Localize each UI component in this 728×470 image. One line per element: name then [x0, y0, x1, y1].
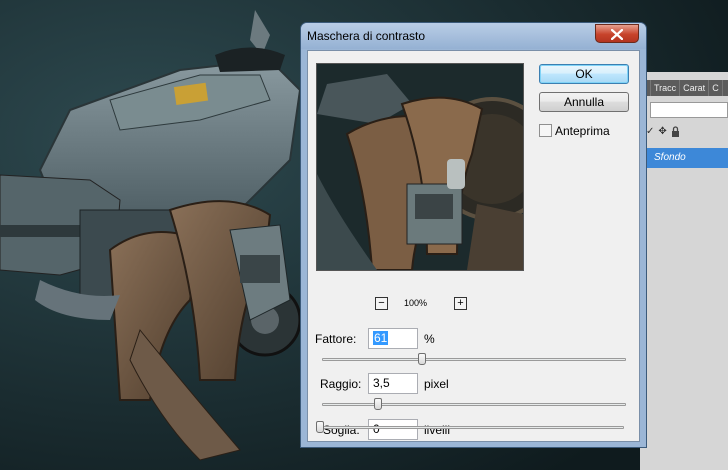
ok-button[interactable]: OK	[539, 64, 629, 84]
panel-tab-other[interactable]: C	[709, 80, 723, 96]
preview-checkbox-label[interactable]: Anteprima	[555, 124, 610, 138]
amount-input[interactable]: 61	[368, 328, 418, 349]
amount-value: 61	[373, 331, 389, 345]
panel-tab-paths[interactable]: Tracc	[651, 80, 681, 96]
threshold-slider-track[interactable]	[320, 426, 624, 429]
dialog-titlebar[interactable]: Maschera di contrasto	[301, 23, 646, 49]
radius-unit: pixel	[424, 377, 449, 391]
move-icon[interactable]: ✥	[658, 126, 666, 140]
close-button[interactable]	[595, 24, 639, 43]
radius-input[interactable]: 3,5	[368, 373, 418, 394]
layers-panel: Tracc Carat C ✓ ✥ Sfondo	[640, 72, 728, 470]
panel-blend-field[interactable]	[650, 102, 728, 118]
threshold-input[interactable]: 0	[368, 419, 418, 440]
zoom-in-button[interactable]: +	[454, 297, 467, 310]
zoom-level: 100%	[404, 298, 428, 308]
cancel-button[interactable]: Annulla	[539, 92, 629, 112]
dialog-title: Maschera di contrasto	[307, 29, 426, 43]
close-icon	[611, 29, 623, 40]
panel-tab-strip: Tracc Carat C	[640, 80, 728, 96]
zoom-out-button[interactable]: −	[375, 297, 388, 310]
amount-label: Fattore:	[315, 332, 357, 346]
lock-icon[interactable]	[671, 126, 680, 140]
preview-checkbox[interactable]	[539, 124, 552, 137]
radius-slider-track[interactable]	[322, 403, 626, 406]
dialog-body: − 100% + OK Annulla Anteprima Fattore: 6…	[307, 50, 640, 442]
preview-render	[317, 64, 523, 270]
radius-slider-thumb[interactable]	[374, 398, 382, 410]
unsharp-mask-dialog: Maschera di contrasto − 100% + OK Annull…	[300, 22, 647, 448]
check-icon[interactable]: ✓	[646, 126, 654, 140]
layer-row-selected[interactable]: Sfondo	[640, 148, 728, 168]
radius-label: Raggio:	[320, 377, 362, 391]
threshold-slider-thumb[interactable]	[316, 421, 324, 433]
amount-slider-thumb[interactable]	[418, 353, 426, 365]
amount-unit: %	[424, 332, 435, 346]
preview-image[interactable]	[316, 63, 524, 271]
panel-tab-character[interactable]: Carat	[680, 80, 710, 96]
amount-slider-track[interactable]	[322, 358, 626, 361]
lock-icons-row: ✓ ✥	[646, 126, 680, 140]
